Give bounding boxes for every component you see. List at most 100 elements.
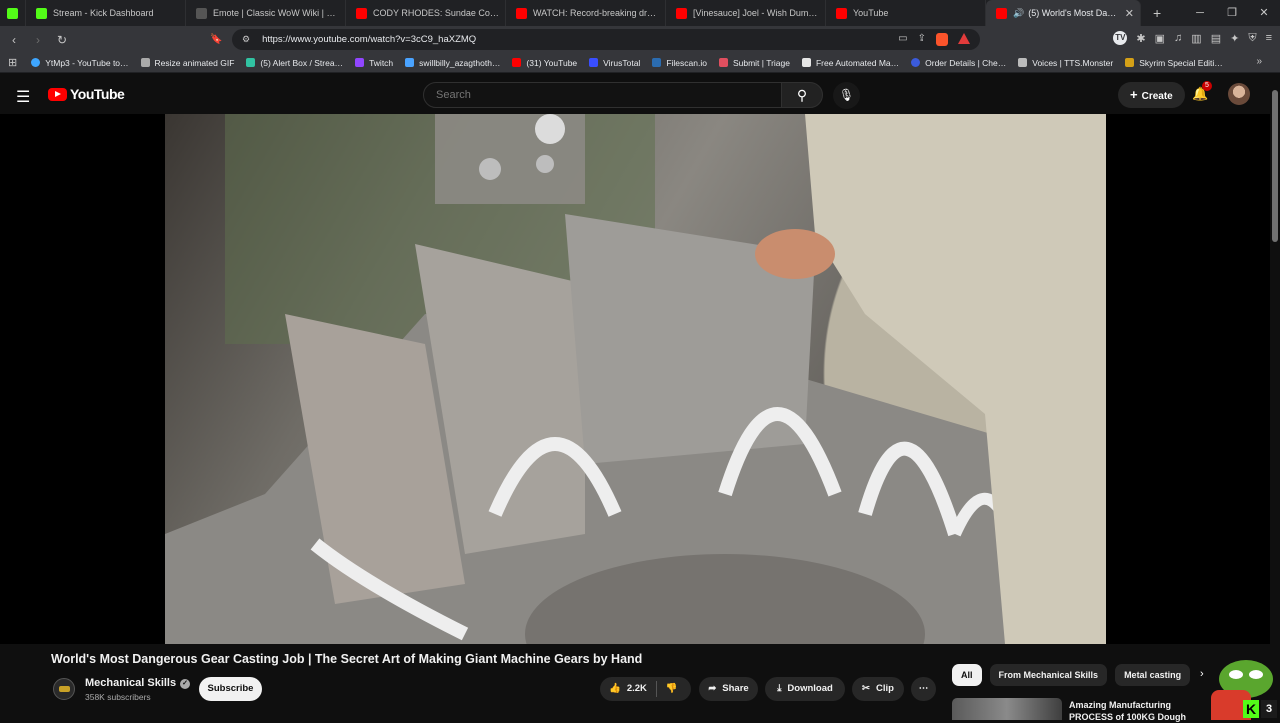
tab-4[interactable]: [Vinesauce] Joel - Wish Dumpster D bbox=[666, 0, 826, 26]
wallet-icon[interactable]: ▤ bbox=[1211, 32, 1221, 45]
bookmark-1[interactable]: Resize animated GIF bbox=[140, 58, 234, 68]
extension-v-icon[interactable]: TV bbox=[1113, 31, 1128, 45]
verified-icon: ✓ bbox=[180, 679, 191, 689]
youtube-header: ☰ YouTube ⚲ 🎙 +Create 🔔5 bbox=[0, 74, 1270, 116]
bookmark-7[interactable]: Filescan.io bbox=[652, 58, 707, 68]
bookmark-9[interactable]: Free Automated Ma… bbox=[801, 58, 899, 68]
bookmark-5[interactable]: (31) YouTube bbox=[512, 58, 577, 68]
bookmark-favicon bbox=[652, 58, 662, 67]
bookmark-12[interactable]: Skyrim Special Editi… bbox=[1125, 58, 1223, 68]
close-tab-icon[interactable]: ✕ bbox=[1125, 7, 1134, 20]
minimize-icon[interactable]: ─ bbox=[1184, 0, 1216, 26]
search-input[interactable] bbox=[423, 82, 782, 108]
video-title: World's Most Dangerous Gear Casting Job … bbox=[51, 652, 643, 666]
pinned-tab[interactable] bbox=[0, 0, 26, 26]
youtube-logo[interactable]: YouTube bbox=[48, 86, 125, 102]
voice-search-button[interactable]: 🎙 bbox=[833, 82, 860, 109]
dislike-button[interactable]: 👎 bbox=[657, 677, 687, 701]
youtube-play-icon bbox=[48, 87, 67, 101]
channel-avatar[interactable] bbox=[53, 678, 75, 700]
apps-grid-icon[interactable]: ⊞ bbox=[8, 56, 17, 69]
vpn-icon[interactable]: ⛨ bbox=[1248, 32, 1256, 45]
window-controls: ─ ❐ ✕ bbox=[1184, 0, 1280, 26]
search-icon: ⚲ bbox=[796, 87, 808, 103]
tab-0[interactable]: Stream - Kick Dashboard bbox=[26, 0, 186, 26]
channel-name[interactable]: Mechanical Skills ✓ bbox=[85, 677, 191, 689]
site-settings-icon[interactable]: ⚙ bbox=[242, 34, 250, 45]
brave-shields-icon[interactable] bbox=[936, 33, 948, 46]
bookmark-3[interactable]: Twitch bbox=[355, 58, 393, 68]
maximize-icon[interactable]: ❐ bbox=[1216, 0, 1248, 26]
bookmark-favicon bbox=[140, 58, 150, 67]
extension-box-icon[interactable]: ▣ bbox=[1155, 32, 1165, 45]
bookmark-2[interactable]: (5) Alert Box / Strea… bbox=[246, 58, 343, 68]
bookmark-6[interactable]: VirusTotal bbox=[589, 58, 640, 68]
bookmark-page-icon[interactable]: 🔖 bbox=[210, 34, 222, 45]
share-button[interactable]: ➦ Share bbox=[699, 677, 758, 701]
subscribe-button[interactable]: Subscribe bbox=[199, 677, 262, 701]
sidebar-icon[interactable]: ▥ bbox=[1191, 32, 1201, 45]
video-frame[interactable] bbox=[165, 114, 1106, 644]
account-avatar[interactable] bbox=[1228, 83, 1250, 105]
cast-icon[interactable]: ▭ bbox=[898, 33, 907, 46]
page-scrollbar[interactable] bbox=[1270, 74, 1280, 720]
create-button[interactable]: + Create bbox=[1118, 82, 1185, 108]
kick-icon bbox=[7, 7, 18, 19]
scrollbar-thumb[interactable] bbox=[1272, 90, 1278, 242]
video-player[interactable] bbox=[0, 114, 1270, 644]
like-button[interactable]: 👍 2.2K bbox=[600, 677, 656, 701]
share-page-icon[interactable]: ⇪ bbox=[918, 33, 926, 46]
bookmark-favicon bbox=[355, 58, 365, 67]
bookmark-0[interactable]: YtMp3 - YouTube to… bbox=[31, 58, 129, 68]
bookmark-4[interactable]: swillbilly_azagthoth… bbox=[405, 58, 500, 68]
chip-from-channel[interactable]: From Mechanical Skills bbox=[989, 664, 1108, 686]
chip-metal-casting[interactable]: Metal casting bbox=[1115, 664, 1191, 686]
back-icon[interactable]: ‹ bbox=[4, 33, 24, 47]
reload-icon[interactable]: ↻ bbox=[52, 33, 72, 47]
plus-icon: + bbox=[1130, 87, 1138, 102]
bookmark-10[interactable]: Order Details | Che… bbox=[911, 58, 1006, 68]
close-window-icon[interactable]: ✕ bbox=[1248, 0, 1280, 26]
extensions-area: TV ✱ ▣ ♫ ▥ ▤ ✦ ⛨ ≡ bbox=[1113, 31, 1272, 45]
search-button[interactable]: ⚲ bbox=[781, 82, 823, 108]
chips-next-icon[interactable]: › bbox=[1200, 668, 1204, 680]
notifications-button[interactable]: 🔔 5 bbox=[1192, 81, 1212, 102]
pepe-emote-overlay: K 3 bbox=[1205, 660, 1277, 720]
bookmark-11[interactable]: Voices | TTS.Monster bbox=[1018, 58, 1113, 68]
tab-1[interactable]: Emote | Classic WoW Wiki | Fandom bbox=[186, 0, 346, 26]
recommendation-thumbnail[interactable] bbox=[952, 698, 1062, 720]
more-bookmarks-icon[interactable]: » bbox=[1256, 56, 1262, 67]
music-icon[interactable]: ♫ bbox=[1174, 32, 1182, 44]
overlay-count: 3 bbox=[1261, 700, 1277, 718]
youtube-icon bbox=[676, 7, 687, 19]
chip-all[interactable]: All bbox=[952, 664, 982, 686]
wiki-icon bbox=[196, 7, 207, 19]
bookmark-8[interactable]: Submit | Triage bbox=[718, 58, 790, 68]
bookmark-favicon bbox=[405, 58, 415, 67]
clip-button[interactable]: ✂ Clip bbox=[852, 677, 904, 701]
tab-5[interactable]: YouTube bbox=[826, 0, 986, 26]
leo-icon[interactable]: ✦ bbox=[1230, 32, 1239, 45]
speaker-icon[interactable]: 🔊 bbox=[1013, 8, 1024, 19]
youtube-icon bbox=[356, 7, 367, 19]
forward-icon[interactable]: › bbox=[28, 33, 48, 47]
youtube-icon bbox=[836, 7, 847, 19]
guide-menu-icon[interactable]: ☰ bbox=[16, 87, 30, 107]
tab-3[interactable]: WATCH: Record-breaking drug load bbox=[506, 0, 666, 26]
microphone-icon: 🎙 bbox=[838, 88, 855, 102]
tab-6-active[interactable]: 🔊(5) World's Most Dangerous✕ bbox=[986, 0, 1141, 26]
brave-rewards-icon[interactable] bbox=[958, 33, 970, 44]
recommendation-title[interactable]: Amazing Manufacturing PROCESS of 100KG D… bbox=[1069, 699, 1189, 723]
scissors-icon: ✂ bbox=[862, 683, 870, 694]
more-actions-button[interactable]: ⋯ bbox=[911, 677, 936, 701]
bookmark-favicon bbox=[31, 58, 41, 67]
tab-2[interactable]: CODY RHODES: Sundae Conversati… bbox=[346, 0, 506, 26]
menu-icon[interactable]: ≡ bbox=[1266, 32, 1272, 44]
new-tab-button[interactable]: + bbox=[1141, 5, 1173, 21]
extension-puzzle-icon[interactable]: ✱ bbox=[1136, 32, 1145, 45]
youtube-icon bbox=[996, 7, 1007, 19]
address-bar[interactable]: 🔖 ⚙ https://www.youtube.com/watch?v=3cC9… bbox=[210, 29, 980, 50]
share-icon: ➦ bbox=[708, 683, 717, 694]
bookmark-favicon bbox=[1125, 58, 1135, 67]
download-button[interactable]: ⤓ Download bbox=[765, 677, 845, 701]
